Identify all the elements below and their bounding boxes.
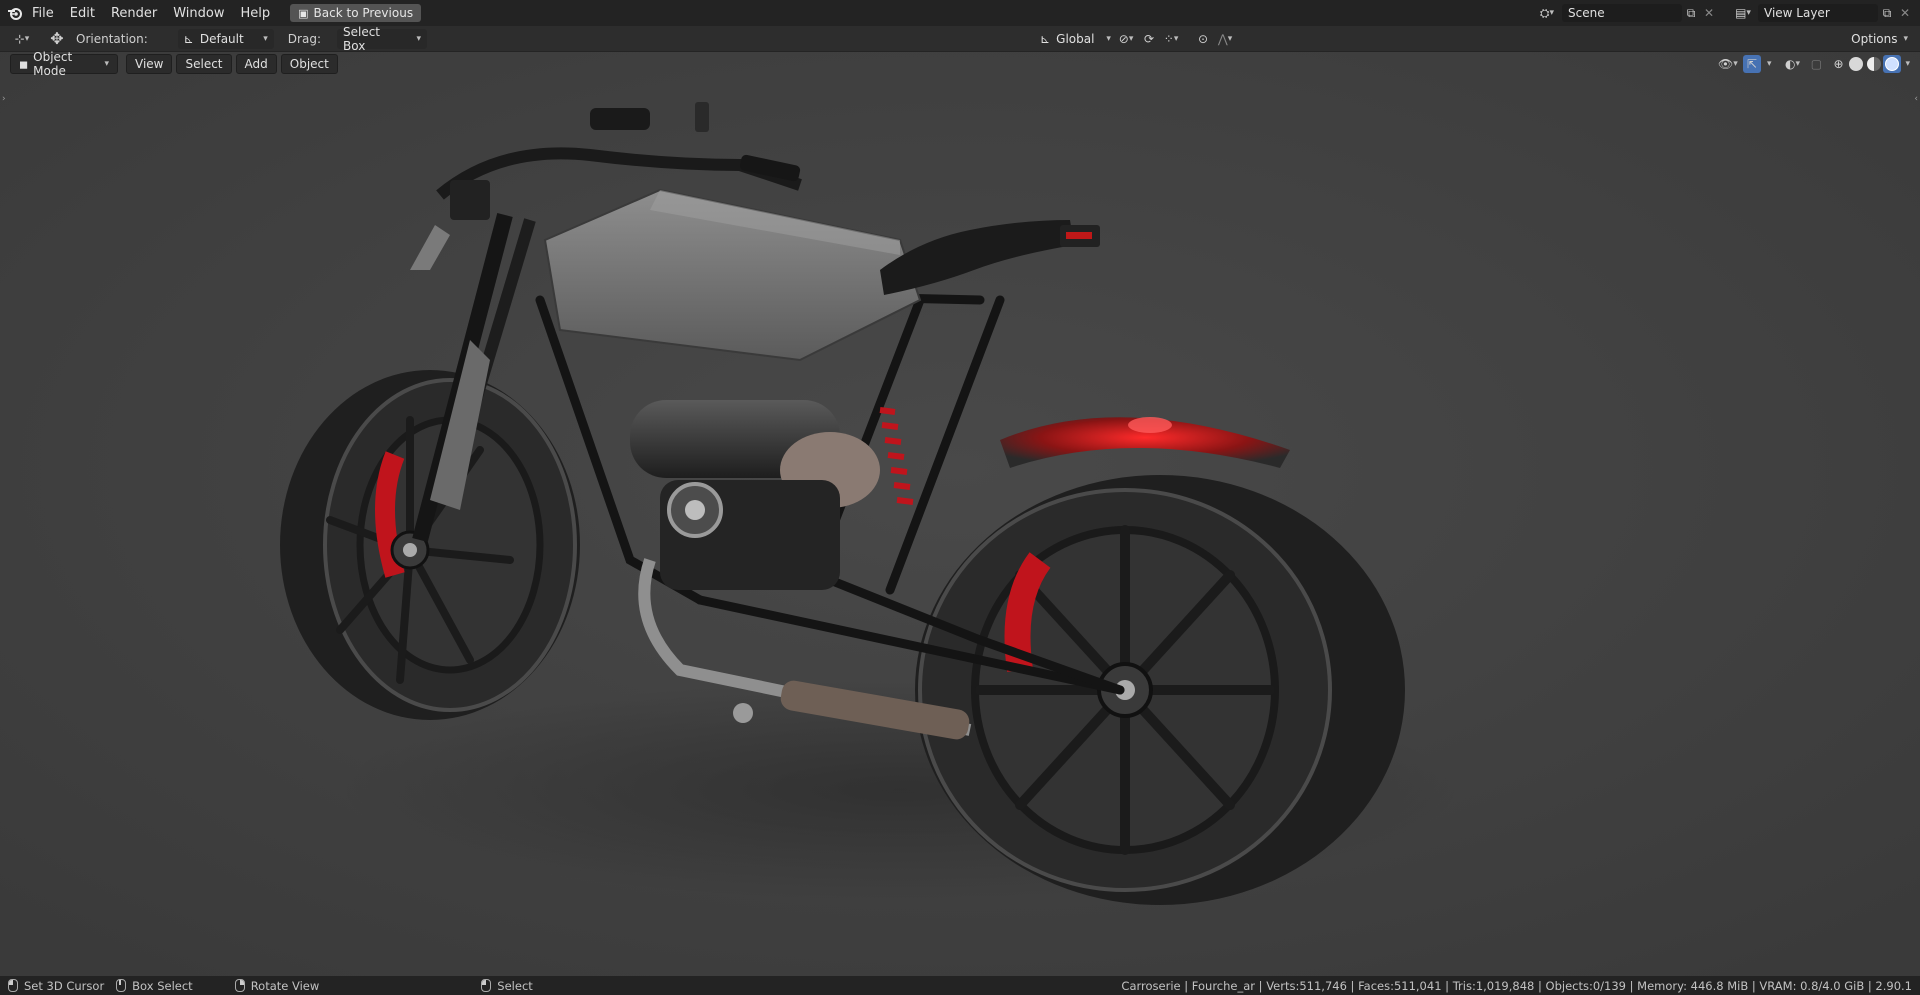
options-label: Options	[1851, 31, 1898, 46]
viewport-header: ◼ Object Mode ▾ View Select Add Object 👁…	[0, 50, 1920, 78]
menu-file[interactable]: File	[24, 3, 62, 24]
editor-type-icon[interactable]: ⊹ ▾	[6, 30, 38, 48]
orientation-value: Default	[199, 31, 244, 46]
viewport-menu-add[interactable]: Add	[235, 54, 277, 74]
new-scene-icon[interactable]: ⧉	[1682, 4, 1700, 22]
chevron-down-icon: ▾	[416, 33, 421, 44]
orientation-axes-icon: ⊾	[183, 31, 194, 46]
scene-selector-icon[interactable]: ⛭ ▾	[1532, 4, 1562, 22]
move-tool-icon[interactable]: ✥	[48, 29, 66, 48]
drag-value: Select Box	[342, 24, 381, 53]
top-bar: File Edit Render Window Help ▣ Back to P…	[0, 0, 1920, 26]
status-hint-select: Select	[481, 978, 533, 993]
wireframe-shading-icon[interactable]: ⊕	[1829, 55, 1847, 73]
object-mode-dropdown[interactable]: ◼ Object Mode ▾	[10, 50, 118, 78]
rendered-shading-icon[interactable]	[1883, 55, 1902, 73]
status-hint-label: Select	[497, 978, 533, 993]
menu-edit[interactable]: Edit	[62, 3, 103, 24]
scene-name-field[interactable]: Scene	[1562, 4, 1682, 22]
visibility-eye-icon[interactable]: 👁 ▾	[1713, 55, 1743, 73]
chevron-down-icon: ▾	[263, 33, 268, 44]
gizmo-options-chevron-icon[interactable]: ▾	[1767, 59, 1772, 69]
viewport-menu-object[interactable]: Object	[280, 54, 338, 74]
viewport-menu-view[interactable]: View	[126, 54, 173, 74]
chevron-down-icon: ▾	[104, 59, 109, 69]
3d-viewport[interactable]	[0, 52, 1920, 976]
status-hint-rotate-view: Rotate View	[234, 978, 320, 993]
motorcycle-render	[0, 52, 1920, 976]
toolbar-expand-icon[interactable]: ›	[2, 94, 6, 104]
object-mode-icon: ◼	[19, 57, 29, 71]
pivot-point-icon[interactable]: ⊘ ▾	[1112, 30, 1140, 48]
drag-label: Drag:	[287, 31, 321, 46]
options-dropdown[interactable]: Options ▾	[1845, 29, 1914, 49]
back-to-previous-label: Back to Previous	[313, 6, 414, 20]
transform-orientation-value: Global	[1056, 31, 1095, 46]
status-bar: Set 3D Cursor Box Select Rotate View Sel…	[0, 976, 1920, 995]
delete-scene-icon[interactable]: ✕	[1700, 4, 1718, 22]
new-view-layer-icon[interactable]: ⧉	[1878, 4, 1896, 22]
snap-target-icon[interactable]: ⁘ ▾	[1158, 30, 1184, 48]
xray-toggle-icon[interactable]: ▢	[1807, 55, 1825, 73]
status-hint-label: Box Select	[132, 978, 193, 993]
snap-toggle-icon[interactable]: ⟳	[1140, 30, 1158, 48]
proportional-editing-icon[interactable]: ⊙	[1194, 30, 1212, 48]
menu-help[interactable]: Help	[233, 3, 279, 24]
orientation-dropdown[interactable]: ⊾ Default ▾	[177, 28, 274, 49]
transform-orientation-dropdown[interactable]: ⊾ Global ▾	[1034, 29, 1112, 49]
mouse-left-icon	[481, 979, 492, 992]
mouse-right-icon	[234, 979, 245, 992]
gizmo-toggle-icon[interactable]: ⇱	[1742, 55, 1761, 73]
status-hint-set-cursor: Set 3D Cursor	[8, 979, 104, 993]
menu-render[interactable]: Render	[103, 3, 165, 24]
screen-back-icon: ▣	[298, 6, 309, 20]
shading-options-chevron-icon[interactable]: ▾	[1905, 59, 1910, 69]
status-hint-label: Rotate View	[250, 978, 320, 993]
global-axes-icon: ⊾	[1040, 31, 1051, 46]
status-hint-box-select: Box Select	[116, 979, 193, 993]
drag-dropdown[interactable]: Select Box ▾	[336, 25, 427, 53]
orientation-label: Orientation:	[76, 31, 148, 46]
menu-window[interactable]: Window	[165, 3, 232, 24]
overlays-icon[interactable]: ◐ ▾	[1777, 55, 1807, 73]
proportional-falloff-icon[interactable]: ⋀ ▾	[1212, 30, 1238, 48]
viewport-menu-select[interactable]: Select	[176, 54, 232, 74]
chevron-down-icon: ▾	[1903, 33, 1909, 44]
delete-view-layer-icon[interactable]: ✕	[1896, 4, 1914, 22]
blender-logo-icon[interactable]	[6, 4, 24, 22]
scene-statistics: Carroserie | Fourche_ar | Verts:511,746 …	[1121, 978, 1912, 993]
back-to-previous-button[interactable]: ▣ Back to Previous	[290, 4, 422, 22]
object-mode-value: Object Mode	[33, 50, 73, 78]
tool-header: ⊹ ▾ ✥ Orientation: ⊾ Default ▾ Drag: Sele…	[0, 25, 1920, 53]
mouse-left-icon	[8, 979, 18, 992]
mouse-middle-icon	[116, 979, 127, 992]
view-layer-selector-icon[interactable]: ▤ ▾	[1728, 4, 1758, 22]
solid-shading-icon[interactable]	[1847, 55, 1865, 73]
status-hint-label: Set 3D Cursor	[24, 978, 105, 993]
view-layer-field[interactable]: View Layer	[1758, 4, 1878, 22]
material-preview-shading-icon[interactable]	[1865, 55, 1883, 73]
chevron-down-icon: ▾	[1106, 33, 1111, 44]
sidebar-expand-icon[interactable]: ‹	[1914, 94, 1918, 104]
